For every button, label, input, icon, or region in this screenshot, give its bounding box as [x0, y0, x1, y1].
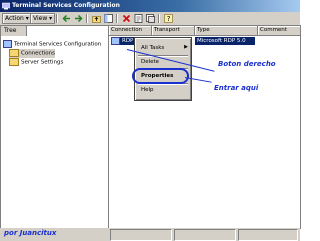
tree-root-item[interactable]: Terminal Services Configuration [3, 40, 101, 49]
show-hide-tree-icon[interactable] [104, 14, 113, 23]
tree-item-label: Server Settings [21, 59, 64, 66]
column-header-type[interactable]: Type [195, 26, 258, 36]
menu-item-help[interactable]: Help [141, 86, 154, 94]
forward-arrow-icon[interactable] [74, 14, 83, 23]
tree-item-connections[interactable]: Connections [9, 49, 55, 58]
menu-item-all-tasks[interactable]: All Tasks [141, 44, 164, 52]
toolbar-separator [158, 14, 160, 23]
folder-open-icon [9, 49, 19, 57]
properties-icon[interactable] [134, 14, 143, 23]
tree-pane[interactable]: Terminal Services Configuration Connecti… [0, 25, 109, 229]
annotation-right-click: Boton derecho [218, 60, 276, 68]
svg-text:?: ? [167, 15, 171, 23]
column-header-connection[interactable]: Connection [109, 26, 152, 36]
action-menu-label: Action [5, 15, 24, 22]
toolbar-separator [116, 14, 118, 23]
menu-item-delete[interactable]: Delete [141, 58, 159, 66]
author-credit: por Juancitux [4, 229, 57, 237]
app-window: Terminal Services Configuration Action ▾… [0, 0, 301, 241]
menu-item-label: Delete [141, 59, 160, 65]
toolbar-separator [86, 14, 88, 23]
submenu-arrow-icon: ▶ [184, 44, 188, 50]
view-menu-label: View [33, 15, 48, 22]
computer-icon [3, 40, 12, 48]
connection-type-cell: Microsoft RDP 5.0 [195, 37, 255, 45]
menu-item-label: All Tasks [141, 45, 165, 51]
terminal-services-icon [2, 2, 10, 10]
export-list-icon[interactable] [146, 14, 155, 23]
column-header-transport[interactable]: Transport [152, 26, 195, 36]
tab-tree-label: Tree [4, 27, 17, 34]
status-field [238, 229, 298, 241]
dropdown-arrow-icon: ▾ [47, 15, 53, 22]
menu-separator [138, 55, 188, 57]
folder-icon [9, 58, 19, 66]
status-field [174, 229, 236, 241]
action-menu[interactable]: Action ▾ [2, 13, 32, 24]
up-folder-icon[interactable] [92, 14, 101, 23]
dropdown-arrow-icon: ▾ [23, 15, 29, 22]
tree-root-label: Terminal Services Configuration [14, 41, 102, 48]
toolbar-separator [56, 14, 58, 23]
annotation-enter-here: Entrar aqui [214, 84, 259, 92]
help-icon[interactable]: ? [164, 14, 173, 23]
back-arrow-icon[interactable] [62, 14, 71, 23]
delete-icon[interactable] [122, 14, 131, 23]
window-title: Terminal Services Configuration [12, 2, 120, 9]
tree-item-label: Connections [21, 50, 55, 57]
menu-item-label: Help [141, 87, 154, 93]
tree-item-server-settings[interactable]: Server Settings [9, 58, 63, 67]
view-menu[interactable]: View ▾ [30, 13, 56, 24]
properties-highlight-oval [132, 68, 189, 84]
column-header-comment[interactable]: Comment [258, 26, 301, 36]
tab-tree[interactable]: Tree [0, 25, 27, 36]
title-bar[interactable]: Terminal Services Configuration [0, 0, 300, 12]
status-field [110, 229, 172, 241]
